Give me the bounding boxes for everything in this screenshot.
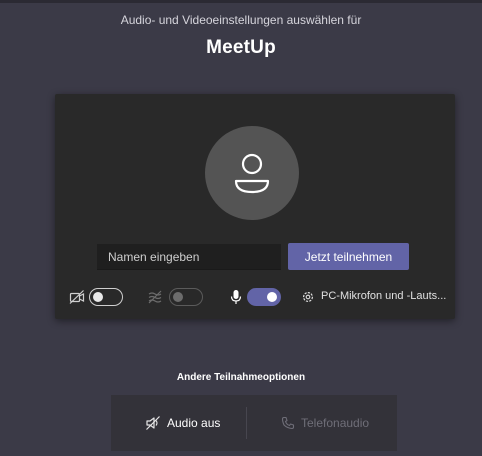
top-bar: [0, 0, 482, 3]
device-settings-label: PC-Mikrofon und -Lauts...: [321, 290, 447, 302]
microphone-control: [229, 287, 289, 307]
avatar: [205, 126, 299, 220]
background-blur-icon: [148, 290, 162, 304]
settings-heading: Audio- und Videoeinstellungen auswählen …: [120, 13, 362, 27]
phone-audio-option[interactable]: Telefonaudio: [281, 395, 369, 451]
camera-off-icon: [69, 290, 85, 304]
camera-control: [69, 287, 129, 307]
other-options-title: Andere Teilnahmeoptionen: [176, 372, 306, 383]
phone-audio-label: Telefonaudio: [301, 416, 370, 430]
microphone-toggle[interactable]: [247, 288, 281, 306]
microphone-icon: [230, 290, 242, 304]
blur-control: [147, 287, 207, 307]
options-divider: [246, 407, 247, 439]
other-options-panel: Audio aus Telefonaudio: [111, 395, 397, 451]
gear-icon: [302, 291, 314, 303]
phone-icon: [281, 416, 295, 430]
audio-off-label: Audio aus: [167, 416, 221, 430]
preview-card: Jetzt teilnehmen PC-: [55, 94, 455, 319]
name-input[interactable]: [97, 244, 281, 270]
audio-off-option[interactable]: Audio aus: [145, 395, 220, 451]
camera-toggle[interactable]: [89, 288, 123, 306]
speaker-off-icon: [146, 416, 160, 430]
blur-toggle[interactable]: [169, 288, 203, 306]
join-now-button[interactable]: Jetzt teilnehmen: [288, 243, 409, 270]
person-icon: [234, 153, 270, 194]
device-settings-button[interactable]: PC-Mikrofon und -Lauts...: [301, 287, 451, 307]
meeting-title: MeetUp: [206, 37, 276, 58]
